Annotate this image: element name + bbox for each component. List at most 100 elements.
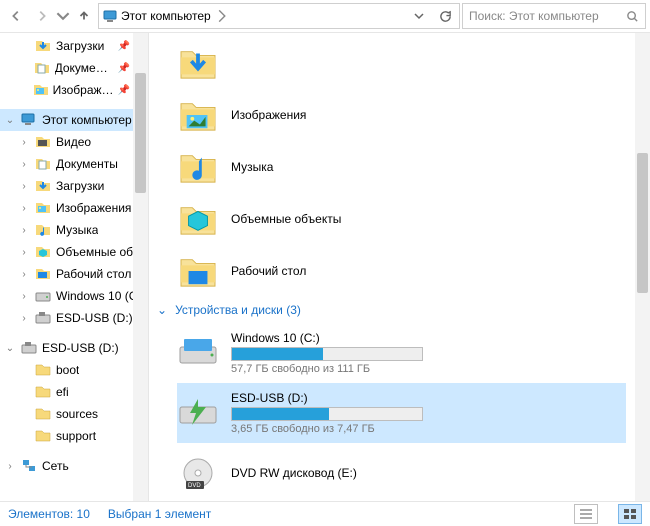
tree-pc-child-5[interactable]: › Объемные объ: [0, 241, 148, 263]
tree-usb-child-1[interactable]: efi: [0, 381, 148, 403]
tree-pc-child-2[interactable]: › Загрузки: [0, 175, 148, 197]
tree-quick-0[interactable]: Загрузки 📌: [0, 35, 148, 57]
music-folder-icon: [177, 146, 219, 188]
folder-icon: [34, 427, 52, 445]
tree-pc-child-7[interactable]: › Windows 10 (C:): [0, 285, 148, 307]
expand-toggle[interactable]: ›: [18, 159, 30, 170]
tree-item-label: boot: [56, 363, 79, 377]
drive-free-label: 57,7 ГБ свободно из 111 ГБ: [231, 363, 431, 375]
folder-label: Музыка: [231, 160, 273, 174]
tree-item-label: ESD-USB (D:): [56, 311, 133, 325]
tree-item-label: support: [56, 429, 96, 443]
tree-pc-child-1[interactable]: › Документы: [0, 153, 148, 175]
expand-toggle[interactable]: ›: [4, 461, 16, 472]
video-icon: [34, 133, 52, 151]
tree-usb[interactable]: ⌄ ESD-USB (D:): [0, 337, 148, 359]
status-selection: Выбран 1 элемент: [108, 507, 211, 521]
desktop-icon: [34, 265, 52, 283]
tree-usb-child-2[interactable]: sources: [0, 403, 148, 425]
breadcrumb-label: Этот компьютер: [121, 9, 211, 23]
view-details-button[interactable]: [574, 504, 598, 524]
expand-toggle[interactable]: ›: [18, 203, 30, 214]
breadcrumb-this-pc[interactable]: Этот компьютер: [103, 9, 229, 23]
expand-toggle[interactable]: ›: [18, 269, 30, 280]
folder-item-1[interactable]: Изображения: [177, 89, 650, 141]
tree-item-label: Документы: [56, 157, 118, 171]
drives-group-header[interactable]: ⌄ Устройства и диски (3): [157, 303, 650, 317]
tree-pc-child-4[interactable]: › Музыка: [0, 219, 148, 241]
recent-locations-button[interactable]: [56, 4, 70, 28]
tree-network[interactable]: › Сеть: [0, 455, 148, 477]
folder-item-2[interactable]: Музыка: [177, 141, 650, 193]
tree-pc-child-8[interactable]: › ESD-USB (D:): [0, 307, 148, 329]
usb-icon: [20, 339, 38, 357]
tree-item-label: ESD-USB (D:): [42, 341, 119, 355]
content-scrollbar[interactable]: [635, 33, 650, 501]
pin-icon: 📌: [118, 41, 130, 52]
drive-name: ESD-USB (D:): [231, 391, 431, 405]
download-icon: [34, 177, 52, 195]
expand-toggle[interactable]: ›: [18, 291, 30, 302]
drive-usage-bar: [231, 407, 423, 421]
folder-item-3[interactable]: Объемные объекты: [177, 193, 650, 245]
history-dropdown-button[interactable]: [409, 5, 429, 27]
chevron-down-icon: ⌄: [157, 303, 167, 317]
back-button[interactable]: [4, 4, 28, 28]
tree-scrollbar[interactable]: [133, 33, 148, 501]
doc-icon: [34, 155, 52, 173]
3d-icon: [34, 243, 52, 261]
drive-name: Windows 10 (C:): [231, 331, 431, 345]
pic-folder-icon: [177, 94, 219, 136]
download-icon: [34, 37, 52, 55]
address-box[interactable]: Этот компьютер: [98, 3, 460, 29]
folder-item-0[interactable]: [177, 37, 650, 89]
tree-item-label: Этот компьютер: [42, 113, 132, 127]
3d-folder-icon: [177, 198, 219, 240]
up-button[interactable]: [72, 4, 96, 28]
forward-button[interactable]: [30, 4, 54, 28]
pic-icon: [34, 199, 52, 217]
search-placeholder: Поиск: Этот компьютер: [469, 9, 599, 23]
folder-label: Объемные объекты: [231, 212, 341, 226]
folder-icon: [34, 361, 52, 379]
drive-icon: [34, 287, 52, 305]
tree-item-label: Рабочий стол: [56, 267, 131, 281]
drive-name: DVD RW дисковод (E:): [231, 466, 431, 480]
tree-usb-child-3[interactable]: support: [0, 425, 148, 447]
expand-toggle[interactable]: ›: [18, 247, 30, 258]
tree-pc-child-3[interactable]: › Изображения: [0, 197, 148, 219]
tree-item-label: Windows 10 (C:): [56, 289, 145, 303]
drive-item-2[interactable]: DVD RW дисковод (E:): [177, 443, 626, 501]
dvd-icon: [177, 452, 219, 494]
refresh-button[interactable]: [435, 5, 455, 27]
expand-toggle[interactable]: ›: [18, 181, 30, 192]
usb-icon: [34, 309, 52, 327]
expand-toggle[interactable]: ›: [18, 225, 30, 236]
tree-usb-child-0[interactable]: boot: [0, 359, 148, 381]
tree-pc-child-0[interactable]: › Видео: [0, 131, 148, 153]
tree-this-pc[interactable]: ⌄ Этот компьютер: [0, 109, 148, 131]
folder-icon: [34, 405, 52, 423]
usbdrive-icon: [177, 392, 219, 434]
drive-usage-bar: [231, 347, 423, 361]
drive-free-label: 3,65 ГБ свободно из 7,47 ГБ: [231, 423, 431, 435]
view-tiles-button[interactable]: [618, 504, 642, 524]
drive-item-0[interactable]: Windows 10 (C:) 57,7 ГБ свободно из 111 …: [177, 323, 626, 383]
tree-quick-1[interactable]: Документы 📌: [0, 57, 148, 79]
tree-item-label: Загрузки: [56, 39, 104, 53]
expand-toggle[interactable]: ›: [18, 137, 30, 148]
tree-item-label: Объемные объ: [56, 245, 140, 259]
desktop-folder-icon: [177, 250, 219, 292]
expand-toggle[interactable]: ⌄: [4, 115, 16, 126]
tree-item-label: Загрузки: [56, 179, 104, 193]
folder-item-4[interactable]: Рабочий стол: [177, 245, 650, 297]
tree-pc-child-6[interactable]: › Рабочий стол: [0, 263, 148, 285]
drive-item-1[interactable]: ESD-USB (D:) 3,65 ГБ свободно из 7,47 ГБ: [177, 383, 626, 443]
tree-quick-2[interactable]: Изображени 📌: [0, 79, 148, 101]
pc-icon: [103, 9, 117, 23]
expand-toggle[interactable]: ›: [18, 313, 30, 324]
search-icon: [626, 10, 639, 23]
search-input[interactable]: Поиск: Этот компьютер: [462, 3, 646, 29]
expand-toggle[interactable]: ⌄: [4, 343, 16, 354]
pc-icon: [20, 111, 38, 129]
